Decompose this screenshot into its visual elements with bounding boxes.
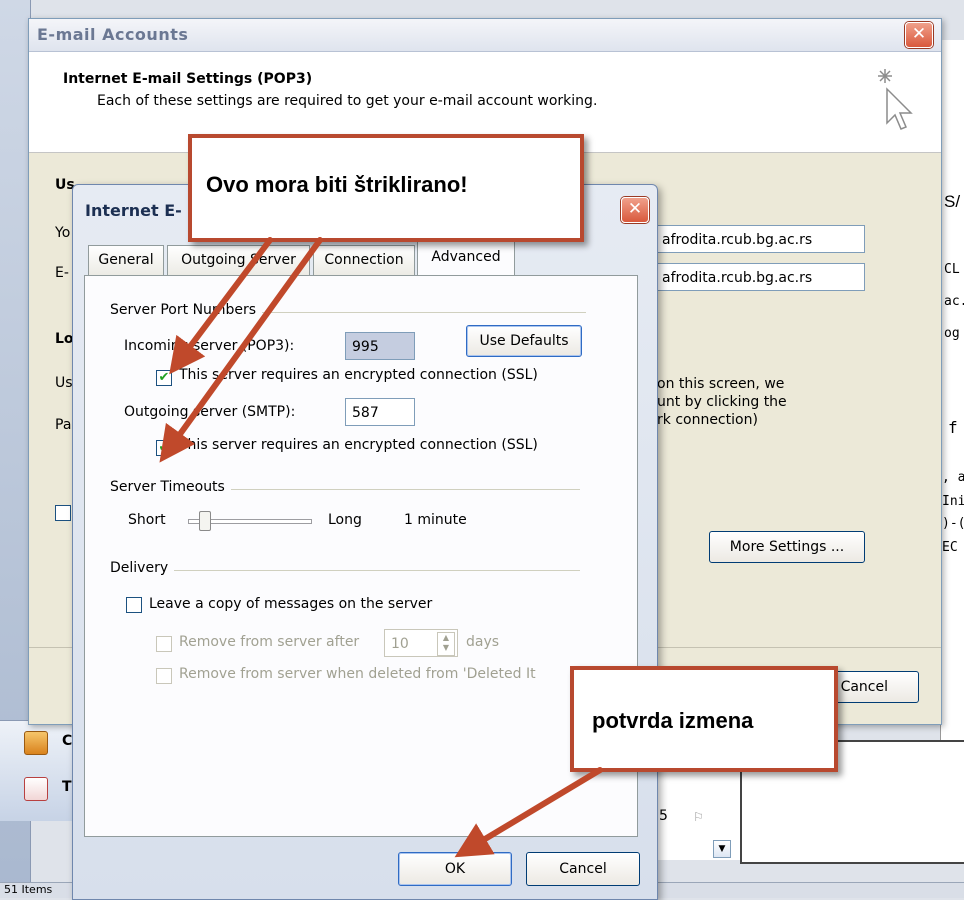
- arrow-to-incoming-ssl: [169, 237, 273, 375]
- annotation-arrows: [159, 237, 603, 858]
- arrow-to-ok: [454, 767, 603, 858]
